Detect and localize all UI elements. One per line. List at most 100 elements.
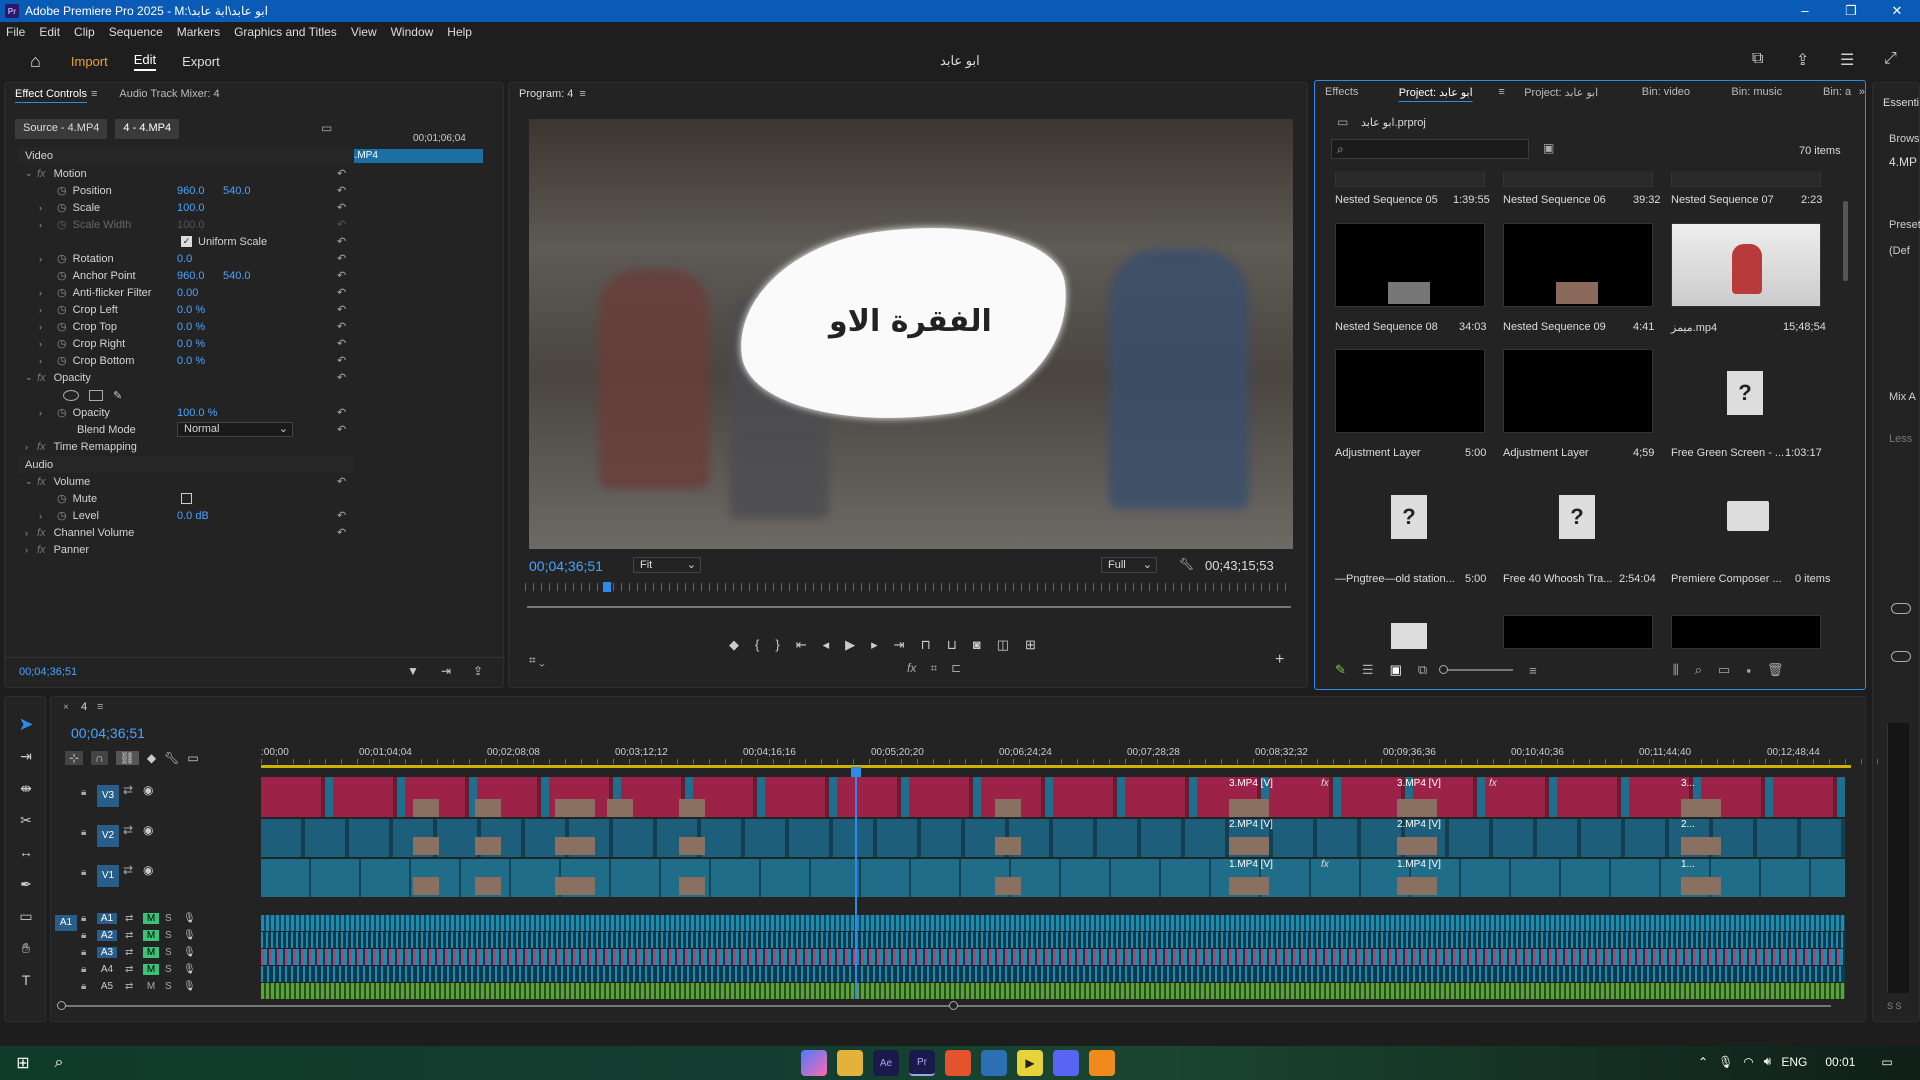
vlc-icon[interactable] [1089,1050,1115,1076]
mute-button[interactable]: M [143,930,159,941]
language-indicator[interactable]: ENG [1781,1055,1807,1069]
safe-area-icon[interactable]: ⌗ ⌄ [529,653,545,668]
mute-button[interactable]: M [143,913,159,924]
clip-label[interactable]: 2.MP4 [V] [1229,819,1273,830]
clip-label[interactable]: 3.MP4 [V] [1229,778,1273,789]
tab-import[interactable]: Import [71,54,108,69]
speaker-icon[interactable]: 🔊︎ [1764,1054,1772,1069]
timeline-ruler[interactable]: :00;00 00;01;04;04 00;02;08;08 00;03;12;… [261,745,1889,769]
crop-bottom-value[interactable]: 0.0 % [177,355,205,367]
browse-label[interactable]: Brows [1889,133,1920,145]
selection-tool-icon[interactable]: ➤ [15,713,37,735]
stopwatch-icon[interactable]: ◷ [57,320,67,333]
crop-left-value[interactable]: 0.0 % [177,304,205,316]
razor-icon[interactable]: ✂ [15,809,37,831]
menu-view[interactable]: View [351,25,377,39]
pencil-icon[interactable]: ✎ [1335,662,1346,678]
folder-icon[interactable] [1727,501,1769,531]
opacity-value[interactable]: 100.0 % [177,407,217,419]
reset-icon[interactable]: ↶ [337,252,346,265]
stopwatch-icon[interactable]: ◷ [57,184,67,197]
playhead-handle[interactable] [851,767,861,777]
item-name[interactable]: Nested Sequence 09 [1503,321,1606,333]
search-icon[interactable]: ⌕ [46,1050,72,1076]
stopwatch-icon[interactable]: ◷ [57,406,67,419]
pen-icon[interactable]: ✒ [15,873,37,895]
reset-icon[interactable]: ↶ [337,201,346,214]
blend-mode-select[interactable]: Normal ⌄ [177,422,293,437]
list-view-icon[interactable]: ☰ [1362,662,1374,678]
chevron-down-icon[interactable]: ⌄ [19,476,33,487]
sync-icon[interactable]: ⇄ [123,783,133,797]
position-y-value[interactable]: 540.0 [223,185,251,197]
stopwatch-icon[interactable]: ◷ [57,337,67,350]
captions-icon[interactable]: ▭ [187,751,198,765]
mute-checkbox[interactable] [181,493,192,504]
tab-bin-a[interactable]: Bin: a [1823,86,1859,98]
reset-icon[interactable]: ↶ [337,167,346,180]
rectangle-icon[interactable]: ▭ [15,905,37,927]
reset-icon[interactable]: ↶ [337,423,346,436]
sync-icon[interactable]: ⇄ [123,823,133,837]
lock-icon[interactable]: 🔒︎ [81,787,86,798]
file-question-icon[interactable]: ? [1391,495,1427,539]
sort-icon[interactable]: ≡ [1529,663,1537,678]
lift-icon[interactable]: ⊓ [921,637,931,653]
panel-menu-icon[interactable]: ≡ [91,88,97,100]
menu-help[interactable]: Help [447,25,472,39]
solo-button[interactable]: S [165,947,172,958]
wrench-icon[interactable]: 🔧︎ [1179,557,1194,571]
add-marker-icon[interactable]: ◆ [147,751,156,765]
sequence-tab[interactable]: 4 [81,701,87,713]
quality-select[interactable]: Full ⌄ [1101,557,1157,573]
mute-button[interactable]: M [143,981,159,992]
stopwatch-icon[interactable]: ◷ [57,303,67,316]
lock-icon[interactable]: 🔒︎ [81,947,86,958]
thumbnail[interactable] [1503,615,1653,649]
sync-icon[interactable]: ⇄ [125,964,133,975]
file-question-icon[interactable]: ? [1559,495,1595,539]
reset-icon[interactable]: ↶ [337,235,346,248]
solo-button[interactable]: S [165,913,172,924]
tab-audio-track-mixer[interactable]: Audio Track Mixer: 4 [119,88,219,100]
lock-icon[interactable]: 🔒︎ [81,867,86,878]
stopwatch-icon[interactable]: ◷ [57,492,67,505]
track-select-icon[interactable]: ⇥ [15,745,37,767]
tab-bin-music[interactable]: Bin: music [1731,86,1823,98]
menu-file[interactable]: File [6,25,25,39]
stopwatch-icon[interactable]: ◷ [57,354,67,367]
reset-icon[interactable]: ↶ [337,509,346,522]
slider-knob[interactable] [1439,665,1449,674]
reset-icon[interactable]: ↶ [337,354,346,367]
eye-icon[interactable]: ◉ [143,863,153,877]
toggle-switch[interactable] [1891,651,1911,662]
chevron-right-icon[interactable]: › [39,203,51,213]
tab-bin-video[interactable]: Bin: video [1642,86,1732,98]
go-to-in-icon[interactable]: ⇤ [796,637,807,653]
more-tabs-icon[interactable]: » [1859,86,1865,98]
sequence-clip-label[interactable]: 4 - 4.MP4 [115,119,180,139]
chevron-right-icon[interactable]: › [39,511,51,521]
reset-icon[interactable]: ↶ [337,406,346,419]
eye-icon[interactable]: ◉ [143,823,153,837]
lock-icon[interactable]: 🔒︎ [81,827,86,838]
reset-icon[interactable]: ↶ [337,371,346,384]
panel-menu-icon[interactable]: ≡ [1498,86,1524,98]
solo-button[interactable]: S [165,930,172,941]
track-label-a1[interactable]: A1 [97,913,117,924]
brave-browser-icon[interactable] [945,1050,971,1076]
clip-label[interactable]: 3.MP4 [V] [1397,778,1441,789]
export-frame-icon[interactable]: ⇪ [473,664,483,678]
default-label[interactable]: (Def [1889,245,1910,257]
toggle-switch[interactable] [1891,603,1911,614]
close-button[interactable]: ✕ [1874,0,1920,22]
fx-toggle-icon[interactable]: fx [907,661,916,676]
chevron-right-icon[interactable]: › [39,322,51,332]
trash-icon[interactable]: 🗑︎ [1767,662,1784,678]
track-label-v3[interactable]: V3 [97,785,119,807]
thumbnail[interactable] [1671,171,1821,187]
close-icon[interactable]: × [63,702,69,713]
thumbnail[interactable] [1335,223,1485,307]
track-area[interactable]: 3.MP4 [V] 3.MP4 [V] 3... 2.MP4 [V] 2.MP4… [261,773,1845,999]
fit-select[interactable]: Fit ⌄ [633,557,701,573]
